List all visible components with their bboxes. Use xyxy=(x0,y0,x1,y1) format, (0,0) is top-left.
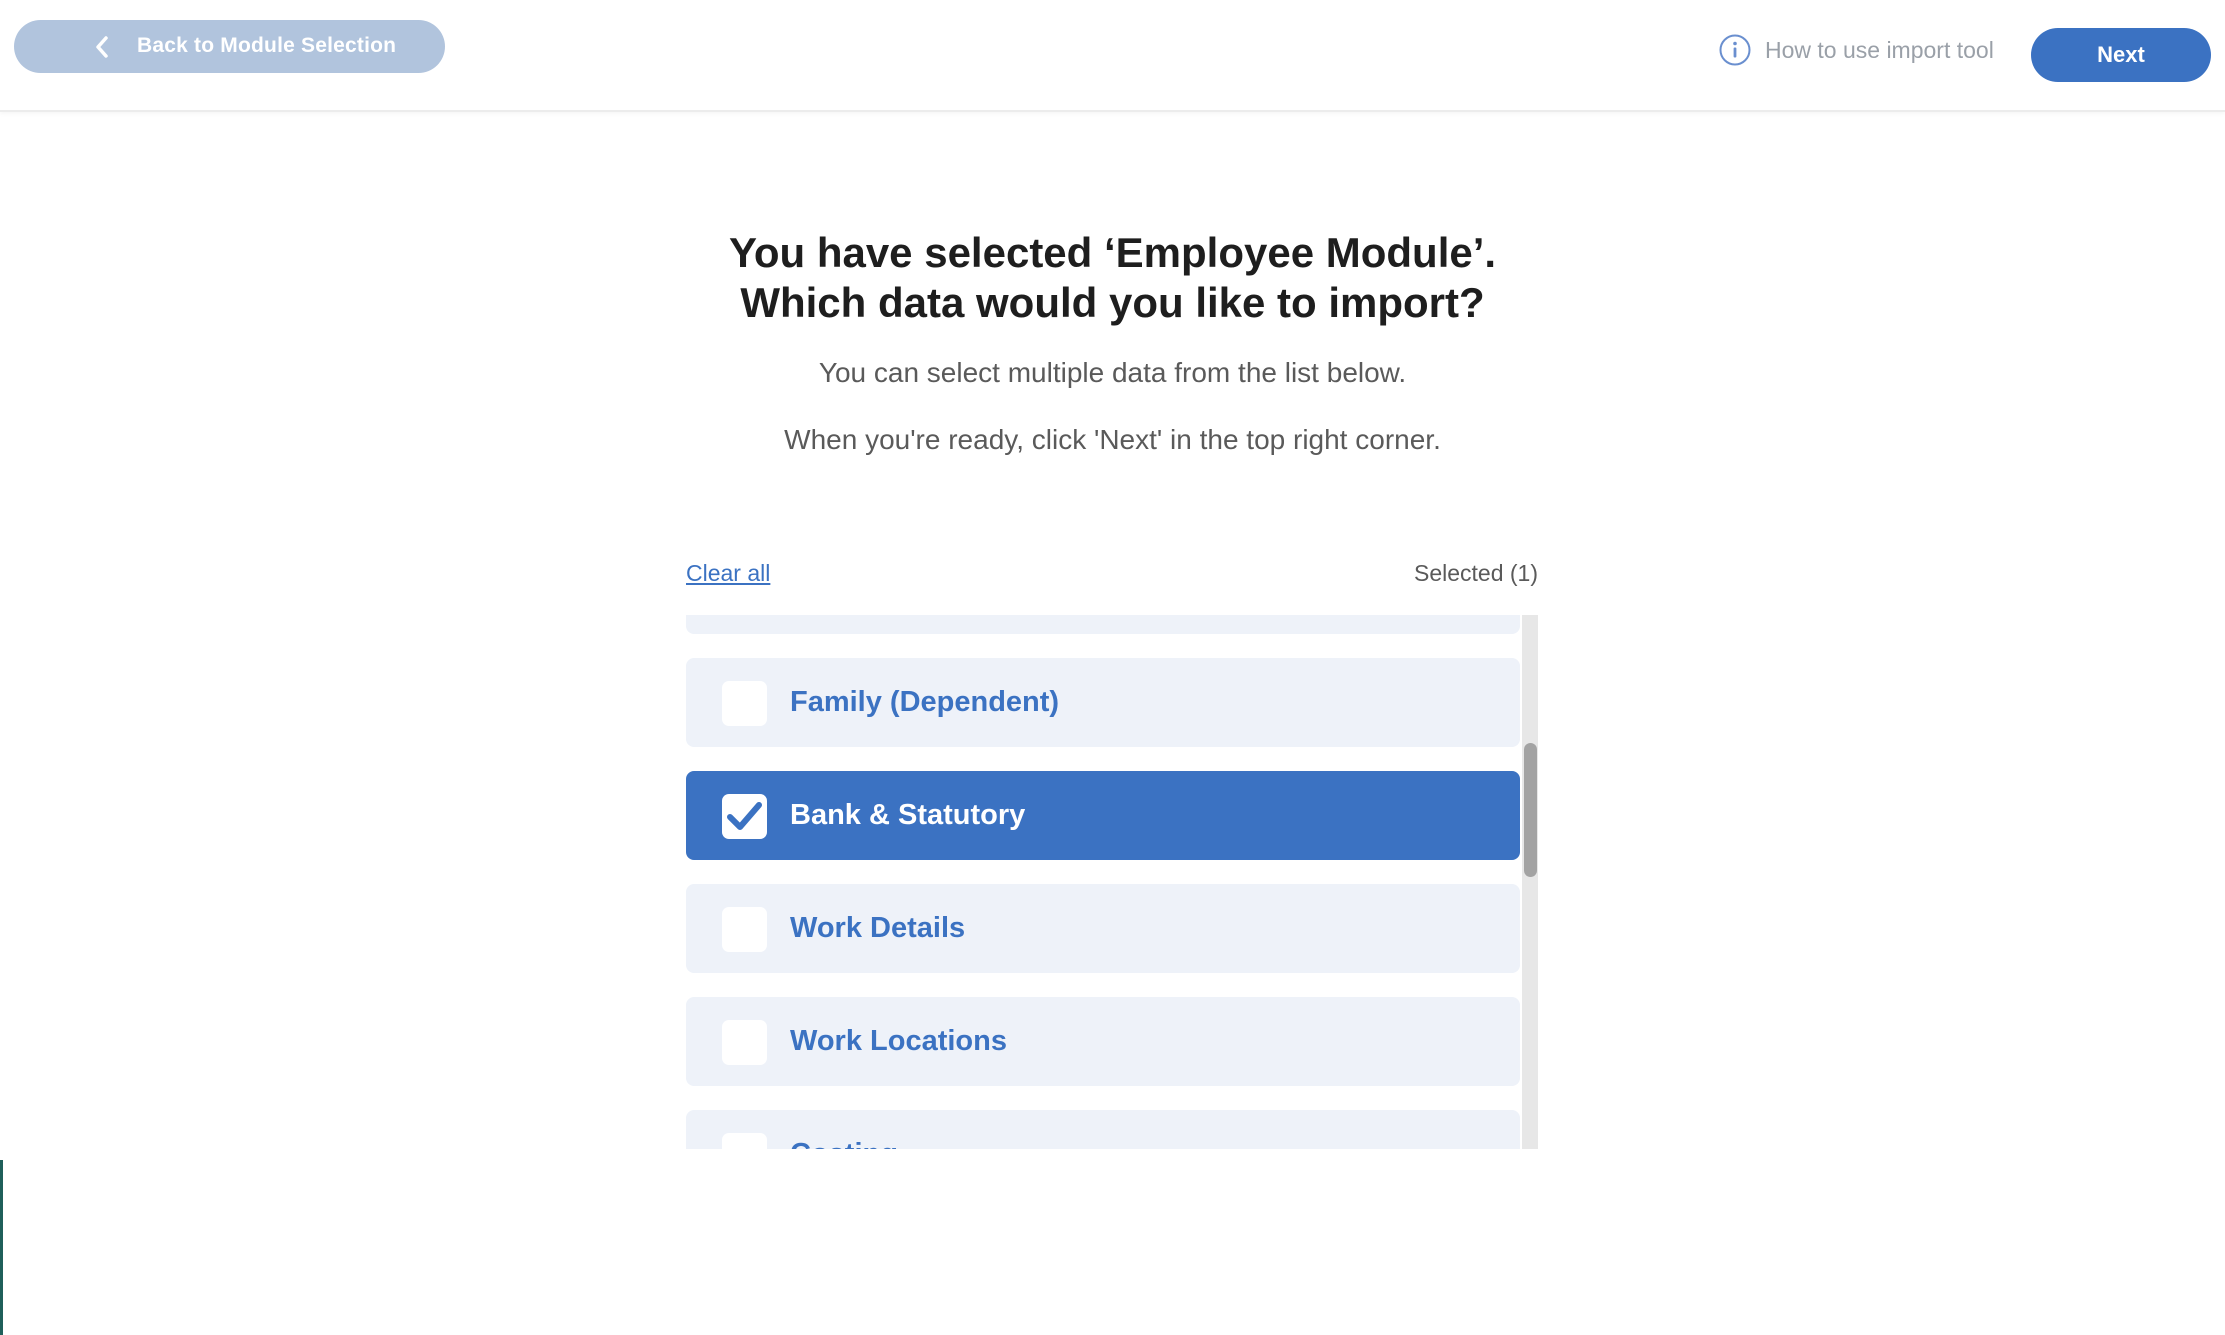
page-title-line2: Which data would you like to import? xyxy=(740,279,1485,326)
data-type-list[interactable]: Family (Dependent) Bank & Statutory Work… xyxy=(686,615,1538,1149)
list-item-work-details[interactable]: Work Details xyxy=(686,884,1520,973)
how-to-use-import-tool-link[interactable]: How to use import tool xyxy=(1718,32,1994,68)
top-bar: Back to Module Selection How to use impo… xyxy=(0,0,2225,112)
list-item-work-locations[interactable]: Work Locations xyxy=(686,997,1520,1086)
back-to-module-selection-button[interactable]: Back to Module Selection xyxy=(14,20,445,73)
list-item-label: Work Locations xyxy=(790,1025,1007,1057)
checkmark-icon xyxy=(727,802,762,830)
list-item-family-dependent[interactable]: Family (Dependent) xyxy=(686,658,1520,747)
info-circle-icon xyxy=(1719,34,1751,66)
page-title-line1: You have selected ‘Employee Module’. xyxy=(728,229,1497,276)
checkbox[interactable] xyxy=(722,681,767,726)
selected-count: Selected (1) xyxy=(1413,560,1538,586)
list-item-label: Work Details xyxy=(790,912,966,944)
subtitle-next-hint: When you're ready, click 'Next' in the t… xyxy=(784,424,1441,455)
list-item-bank-statutory[interactable]: Bank & Statutory xyxy=(686,771,1520,860)
checkbox-checked[interactable] xyxy=(722,794,767,839)
scrollbar-thumb[interactable] xyxy=(1524,743,1537,877)
list-item-label: Costing xyxy=(790,1138,898,1149)
data-type-list-inner: Family (Dependent) Bank & Statutory Work… xyxy=(686,615,1522,1149)
back-button-label: Back to Module Selection xyxy=(137,34,397,57)
checkbox[interactable] xyxy=(722,907,767,952)
left-edge-accent xyxy=(0,1160,3,1335)
page-title: You have selected ‘Employee Module’. Whi… xyxy=(0,228,2225,328)
checkbox[interactable] xyxy=(722,1020,767,1065)
subtitle-instructions: You can select multiple data from the li… xyxy=(818,357,1407,388)
next-button[interactable]: Next xyxy=(2031,28,2211,82)
help-label: How to use import tool xyxy=(1765,36,1994,63)
chevron-left-icon xyxy=(96,36,108,58)
scrollbar[interactable] xyxy=(1522,615,1538,1149)
clear-all-link[interactable]: Clear all xyxy=(686,560,770,587)
list-item-label: Family (Dependent) xyxy=(790,686,1060,718)
list-item-costing[interactable]: Costing xyxy=(686,1110,1520,1149)
checkbox[interactable] xyxy=(722,1133,767,1149)
list-item-label: Bank & Statutory xyxy=(790,799,1026,831)
list-item[interactable] xyxy=(686,615,1520,634)
